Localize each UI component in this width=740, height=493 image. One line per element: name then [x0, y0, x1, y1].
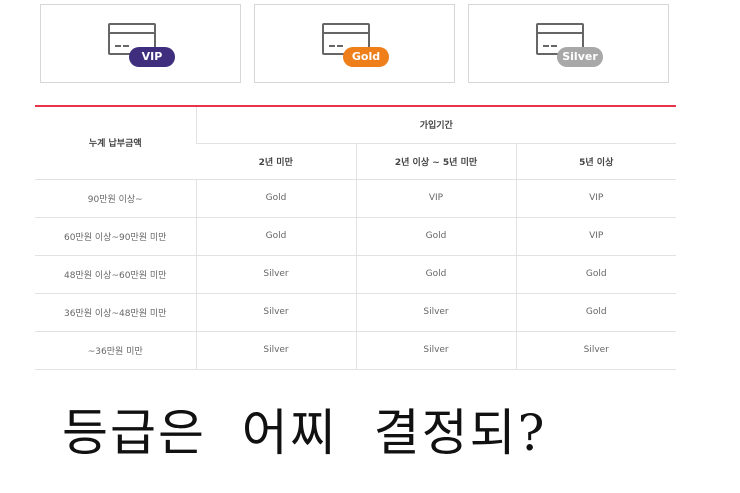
grade-cell: Gold [515, 293, 677, 332]
gold-card-graphic: Gold [322, 23, 390, 69]
grade-cell: Silver [195, 255, 356, 294]
row-label: 60만원 이상~90만원 미만 [35, 217, 196, 256]
row-label: 48만원 이상~60만원 미만 [35, 255, 196, 294]
vip-badge: VIP [129, 47, 175, 67]
gold-badge: Gold [343, 47, 389, 67]
table-row: 36만원 이상~48만원 미만 Silver Silver Gold [35, 293, 677, 332]
silver-card: Silver [468, 4, 669, 83]
grade-cell: Gold [355, 255, 516, 294]
grade-cell: VIP [355, 179, 516, 218]
column-header: 2년 이상 ~ 5년 미만 [355, 143, 516, 180]
table-row: 60만원 이상~90만원 미만 Gold Gold VIP [35, 217, 677, 256]
grade-cell: Gold [355, 217, 516, 256]
grade-cell: Silver [515, 331, 677, 370]
table-row: 48만원 이상~60만원 미만 Silver Gold Gold [35, 255, 677, 294]
silver-badge: Silver [557, 47, 603, 67]
handwritten-caption: 등급은 어찌 결정되? [62, 404, 547, 462]
grade-cell: Silver [355, 293, 516, 332]
grade-cards: VIP Gold Silver [40, 4, 671, 85]
row-label: 90만원 이상~ [35, 179, 196, 218]
grade-cell: Silver [195, 293, 356, 332]
grade-cell: VIP [515, 179, 677, 218]
grade-cell: VIP [515, 217, 677, 256]
grade-cell: Gold [515, 255, 677, 294]
silver-card-graphic: Silver [536, 23, 604, 69]
grade-cell: Gold [195, 179, 356, 218]
table-row: ~36만원 미만 Silver Silver Silver [35, 331, 677, 370]
row-header-cumulative-payment: 누계 납부금액 [35, 107, 196, 180]
column-header: 2년 미만 [196, 143, 356, 180]
table-row: 90만원 이상~ Gold VIP VIP [35, 179, 677, 218]
row-label: 36만원 이상~48만원 미만 [35, 293, 196, 332]
gold-card: Gold [254, 4, 455, 83]
grade-cell: Gold [195, 217, 356, 256]
vip-card: VIP [40, 4, 241, 83]
grade-cell: Silver [195, 331, 356, 370]
grade-table: 누계 납부금액 가입기간 2년 미만 2년 이상 ~ 5년 미만 5년 이상 9… [35, 107, 677, 370]
column-header: 5년 이상 [515, 143, 677, 180]
vip-card-graphic: VIP [108, 23, 176, 69]
group-header-membership-period: 가입기간 [195, 107, 677, 144]
row-label: ~36만원 미만 [35, 331, 196, 370]
grade-cell: Silver [355, 331, 516, 370]
